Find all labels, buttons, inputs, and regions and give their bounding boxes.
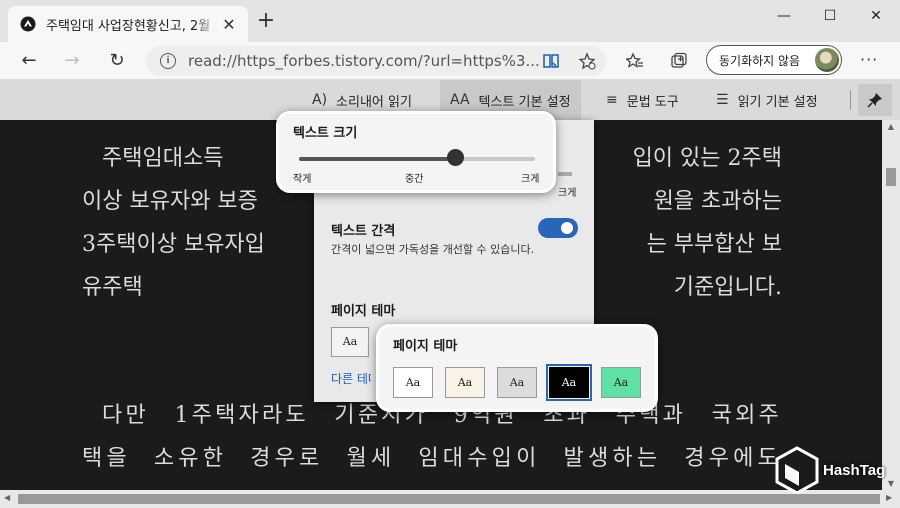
text-spacing-toggle[interactable] bbox=[538, 218, 578, 238]
grammar-tools-button[interactable]: ≡ 문법 도구 bbox=[606, 80, 679, 120]
text-size-slider-fill bbox=[299, 157, 455, 161]
text-size-track-end bbox=[558, 172, 572, 176]
horizontal-scroll-thumb[interactable] bbox=[18, 494, 880, 504]
browser-tab[interactable]: 주택임대 사업장현황신고, 2월 10 ✕ bbox=[8, 6, 248, 42]
text-size-max-label: 크게 bbox=[521, 174, 540, 185]
immersive-reader-icon[interactable] bbox=[542, 52, 560, 70]
more-icon: ··· bbox=[860, 50, 879, 69]
grammar-tools-icon: ≡ bbox=[606, 92, 618, 108]
text-spacing-description: 간격이 넓으면 가독성을 개선할 수 있습니다. bbox=[331, 243, 535, 256]
forward-icon: → bbox=[64, 50, 80, 71]
page-theme-callout-title: 페이지 테마 bbox=[393, 339, 458, 354]
text-spacing-title: 텍스트 간격 bbox=[331, 224, 396, 239]
back-icon: ← bbox=[21, 50, 37, 71]
hashtag-logo-icon bbox=[775, 446, 819, 494]
theme-swatch[interactable]: Aa bbox=[393, 367, 433, 398]
forward-button[interactable]: → bbox=[59, 48, 85, 74]
theme-swatch[interactable]: Aa bbox=[546, 364, 592, 401]
vertical-scroll-thumb[interactable] bbox=[886, 168, 896, 186]
text-size-title: 텍스트 크기 bbox=[293, 126, 358, 141]
refresh-icon: ↻ bbox=[109, 50, 125, 71]
theme-swatch[interactable]: Aa bbox=[497, 367, 537, 398]
text-size-min-label: 작게 bbox=[293, 174, 312, 185]
tab-strip: 주택임대 사업장현황신고, 2월 10 ✕ + — ☐ ✕ bbox=[0, 0, 900, 42]
new-tab-button[interactable]: + bbox=[255, 10, 277, 32]
page-theme-title: 페이지 테마 bbox=[331, 304, 396, 319]
maximize-icon: ☐ bbox=[823, 8, 837, 24]
theme-swatch[interactable]: Aa bbox=[445, 367, 485, 398]
reading-preferences-label: 읽기 기본 설정 bbox=[737, 94, 818, 110]
text-size-slider-thumb[interactable] bbox=[446, 149, 464, 166]
collections-icon[interactable] bbox=[670, 52, 688, 70]
scroll-right-icon[interactable]: ▶ bbox=[886, 493, 892, 502]
favorites-icon[interactable] bbox=[626, 52, 644, 70]
sync-profile-button[interactable]: 동기화하지 않음 bbox=[706, 45, 842, 75]
watermark-text: HashTag bbox=[823, 461, 886, 479]
info-icon[interactable]: i bbox=[160, 53, 176, 69]
reading-preferences-button[interactable]: ☰ 읽기 기본 설정 bbox=[716, 80, 818, 120]
theme-swatch-light[interactable]: Aa bbox=[331, 327, 369, 357]
minimize-icon: — bbox=[777, 8, 791, 24]
close-icon[interactable]: ✕ bbox=[218, 15, 240, 34]
tab-title-fade bbox=[194, 14, 218, 34]
theme-swatch-row: Aa Aa Aa Aa Aa bbox=[393, 364, 653, 401]
close-window-button[interactable]: ✕ bbox=[854, 4, 898, 28]
divider bbox=[850, 90, 851, 110]
text-preferences-icon: AA bbox=[450, 92, 470, 108]
scroll-up-icon[interactable]: ▲ bbox=[882, 122, 900, 131]
more-themes-link[interactable]: 다른 테마 bbox=[331, 370, 371, 387]
maximize-button[interactable]: ☐ bbox=[808, 4, 852, 28]
plus-icon: + bbox=[256, 8, 276, 33]
refresh-button[interactable]: ↻ bbox=[104, 48, 130, 74]
text-size-callout: 텍스트 크기 작게 중간 크게 bbox=[276, 111, 556, 193]
minimize-button[interactable]: — bbox=[762, 4, 806, 28]
vertical-scrollbar[interactable]: ▲ ▼ bbox=[882, 120, 900, 490]
address-bar[interactable]: i read://https_forbes.tistory.com/?url=h… bbox=[146, 46, 606, 76]
read-aloud-icon: A) bbox=[312, 92, 328, 108]
add-favorite-icon[interactable] bbox=[578, 52, 596, 70]
read-aloud-label: 소리내어 읽기 bbox=[336, 94, 412, 110]
address-url[interactable]: read://https_forbes.tistory.com/?url=htt… bbox=[188, 52, 540, 70]
pin-button[interactable] bbox=[858, 84, 892, 116]
tab-title: 주택임대 사업장현황신고, 2월 10 bbox=[46, 18, 218, 34]
toggle-knob bbox=[561, 222, 573, 234]
avatar bbox=[815, 48, 839, 72]
text-size-mid-label: 중간 bbox=[405, 174, 424, 185]
text-size-slider-track[interactable] bbox=[299, 157, 535, 161]
tistory-favicon-icon bbox=[20, 16, 36, 32]
reading-preferences-icon: ☰ bbox=[716, 92, 729, 108]
close-icon: ✕ bbox=[870, 8, 882, 24]
text-size-max-label: 크게 bbox=[558, 188, 577, 199]
pin-icon bbox=[867, 93, 882, 108]
more-button[interactable]: ··· bbox=[860, 50, 878, 69]
page-theme-callout: 페이지 테마 Aa Aa Aa Aa Aa bbox=[376, 324, 658, 412]
theme-swatch[interactable]: Aa bbox=[601, 367, 641, 398]
article-line: 택을 소유한 경우로 월세 임대수입이 발생하는 경우에도 bbox=[82, 446, 782, 471]
back-button[interactable]: ← bbox=[16, 48, 42, 74]
horizontal-scrollbar[interactable]: ◀ ▶ bbox=[0, 490, 900, 508]
text-preferences-label: 텍스트 기본 설정 bbox=[478, 94, 571, 110]
sync-label: 동기화하지 않음 bbox=[719, 53, 801, 68]
grammar-tools-label: 문법 도구 bbox=[626, 94, 679, 110]
browser-toolbar: ← → ↻ i read://https_forbes.tistory.com/… bbox=[0, 42, 900, 80]
hashtag-watermark: HashTag bbox=[775, 446, 885, 494]
scroll-left-icon[interactable]: ◀ bbox=[4, 493, 10, 502]
